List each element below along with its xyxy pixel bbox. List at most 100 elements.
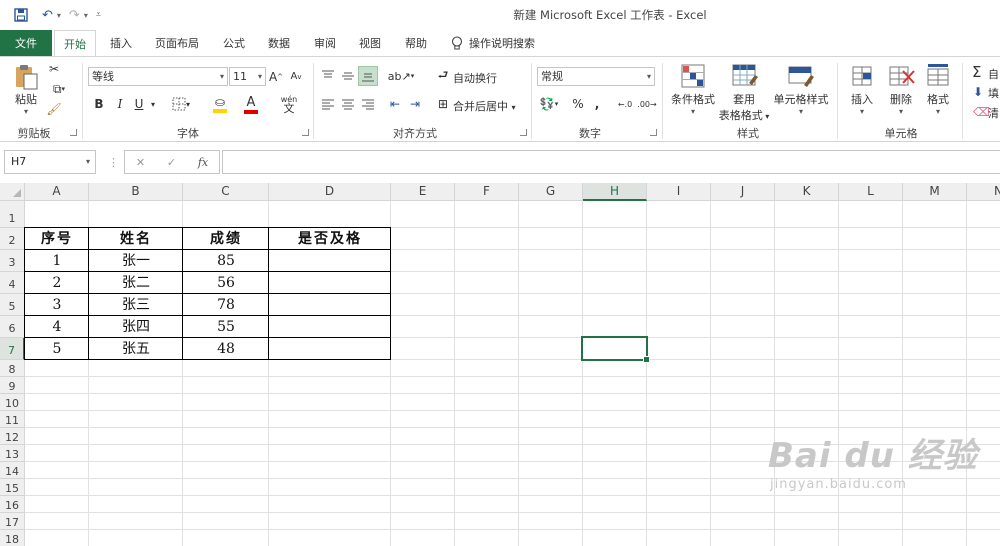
column-header-f[interactable]: F	[455, 183, 519, 201]
paste-button[interactable]: 粘贴 ▾	[10, 63, 42, 116]
borders-icon[interactable]: ▾	[168, 95, 194, 113]
table-cell[interactable]: 56	[183, 272, 269, 294]
underline-dropdown-icon[interactable]: ▾	[148, 95, 158, 113]
column-header-h[interactable]: H	[583, 183, 647, 201]
wrap-text-icon[interactable]: ⮐	[436, 67, 450, 85]
table-cell[interactable]	[269, 316, 391, 338]
format-as-table-button[interactable]: 套用 表格格式 ▾	[716, 63, 772, 123]
row-header-5[interactable]: 5	[0, 294, 25, 316]
merge-center-icon[interactable]: ⊞	[436, 95, 450, 113]
row-header-2[interactable]: 2	[0, 228, 25, 250]
tab-home[interactable]: 开始	[54, 30, 96, 57]
formula-bar-grip-icon[interactable]: ⋮	[108, 156, 119, 169]
comma-style-button[interactable]: ,	[590, 95, 604, 113]
table-header-cell[interactable]: 是否及格	[269, 228, 391, 250]
align-center-icon[interactable]	[340, 95, 356, 113]
number-launcher-icon[interactable]	[650, 129, 657, 136]
row-header-17[interactable]: 17	[0, 513, 25, 530]
column-header-m[interactable]: M	[903, 183, 967, 201]
table-header-cell[interactable]: 序号	[25, 228, 89, 250]
row-header-18[interactable]: 18	[0, 530, 25, 546]
table-cell[interactable]: 4	[25, 316, 89, 338]
row-header-7[interactable]: 7	[0, 338, 25, 360]
table-cell[interactable]	[269, 272, 391, 294]
row-header-12[interactable]: 12	[0, 428, 25, 445]
table-header-cell[interactable]: 姓名	[89, 228, 183, 250]
align-right-icon[interactable]	[360, 95, 376, 113]
row-header-11[interactable]: 11	[0, 411, 25, 428]
column-header-l[interactable]: L	[839, 183, 903, 201]
column-header-k[interactable]: K	[775, 183, 839, 201]
tab-file[interactable]: 文件	[0, 30, 52, 57]
column-header-j[interactable]: J	[711, 183, 775, 201]
decrease-font-size-icon[interactable]: Av	[289, 67, 303, 86]
table-cell[interactable]: 85	[183, 250, 269, 272]
font-color-button[interactable]: A	[237, 93, 265, 115]
format-painter-icon[interactable]: 🖌	[46, 101, 62, 117]
paste-dropdown-icon[interactable]: ▾	[10, 107, 42, 116]
table-cell[interactable]: 张四	[89, 316, 183, 338]
number-format-combo[interactable]: 常规 ▾	[537, 67, 655, 86]
tab-formulas[interactable]: 公式	[214, 30, 254, 57]
insert-cells-button[interactable]: 插入 ▾	[843, 63, 881, 116]
clear-label[interactable]: 清	[988, 105, 999, 121]
table-cell[interactable]: 张三	[89, 294, 183, 316]
orientation-icon[interactable]: ab↗ ▾	[388, 67, 414, 85]
bold-button[interactable]: B	[92, 95, 106, 113]
row-header-3[interactable]: 3	[0, 250, 25, 272]
tab-insert[interactable]: 插入	[100, 30, 142, 57]
copy-icon[interactable]: ⧉ ▾	[46, 81, 72, 97]
column-header-b[interactable]: B	[89, 183, 183, 201]
tab-data[interactable]: 数据	[258, 30, 300, 57]
wrap-text-button[interactable]: 自动换行	[453, 70, 497, 86]
align-middle-icon[interactable]	[340, 67, 356, 85]
select-all-button[interactable]	[0, 183, 25, 201]
table-cell[interactable]: 55	[183, 316, 269, 338]
column-header-e[interactable]: E	[391, 183, 455, 201]
row-header-6[interactable]: 6	[0, 316, 25, 338]
enter-check-icon[interactable]: ✓	[167, 156, 176, 169]
tell-me-search[interactable]: 操作说明搜索	[451, 30, 535, 57]
tab-view[interactable]: 视图	[350, 30, 390, 57]
tab-review[interactable]: 审阅	[305, 30, 345, 57]
row-header-9[interactable]: 9	[0, 377, 25, 394]
merge-center-button[interactable]: 合并后居中 ▾	[453, 98, 516, 114]
name-box[interactable]: H7 ▾	[4, 150, 96, 174]
table-cell[interactable]	[269, 250, 391, 272]
underline-button[interactable]: U	[132, 95, 146, 113]
table-cell[interactable]: 48	[183, 338, 269, 360]
worksheet-grid[interactable]: A B C D E F G H I J K L M N 1 2 3 4 5 6 7 8 9 10 11 12 13 14 15 16 17 1…	[0, 183, 1000, 546]
fill-color-button[interactable]: ⛀	[206, 93, 234, 115]
column-header-g[interactable]: G	[519, 183, 583, 201]
table-cell[interactable]: 张二	[89, 272, 183, 294]
row-header-14[interactable]: 14	[0, 462, 25, 479]
table-header-cell[interactable]: 成绩	[183, 228, 269, 250]
column-header-a[interactable]: A	[25, 183, 89, 201]
autosum-label[interactable]: 自	[988, 66, 999, 82]
align-left-icon[interactable]	[320, 95, 336, 113]
table-cell[interactable]: 5	[25, 338, 89, 360]
cell-styles-button[interactable]: 单元格样式 ▾	[772, 63, 830, 116]
row-header-4[interactable]: 4	[0, 272, 25, 294]
increase-font-size-icon[interactable]: A ^	[269, 67, 283, 86]
italic-button[interactable]: I	[113, 95, 127, 113]
phonetic-guide-icon[interactable]: wén 文	[275, 93, 303, 115]
delete-cells-button[interactable]: 删除 ▾	[882, 63, 920, 116]
table-cell[interactable]: 张五	[89, 338, 183, 360]
table-cell[interactable]: 2	[25, 272, 89, 294]
align-top-icon[interactable]	[320, 67, 336, 85]
active-cell[interactable]	[581, 336, 650, 363]
formula-input[interactable]	[222, 150, 1000, 174]
table-cell[interactable]: 张一	[89, 250, 183, 272]
fill-label[interactable]: 填	[988, 85, 999, 101]
font-launcher-icon[interactable]	[302, 129, 309, 136]
alignment-launcher-icon[interactable]	[520, 129, 527, 136]
cut-icon[interactable]: ✂	[46, 61, 62, 77]
font-name-combo[interactable]: 等线 ▾	[88, 67, 228, 86]
increase-indent-icon[interactable]: ⇥	[406, 95, 424, 113]
tab-page-layout[interactable]: 页面布局	[148, 30, 206, 57]
table-cell[interactable]	[269, 294, 391, 316]
decrease-decimal-icon[interactable]: .00→	[637, 95, 656, 113]
percent-style-button[interactable]: %	[570, 95, 586, 113]
row-header-8[interactable]: 8	[0, 360, 25, 377]
